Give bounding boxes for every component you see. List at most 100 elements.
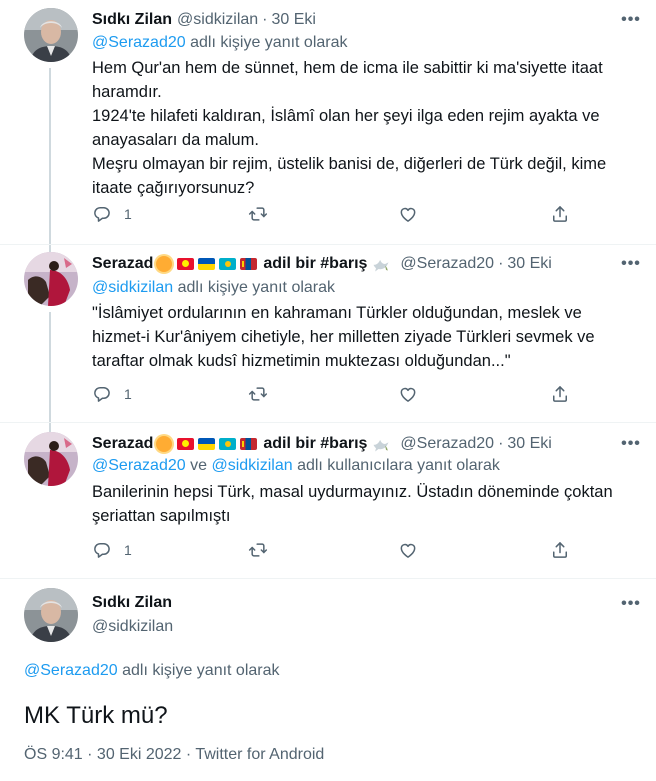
- mention-link[interactable]: @sidkizilan: [211, 457, 292, 474]
- tweet-text: Banilerinin hepsi Türk, masal uydurmayın…: [92, 480, 632, 528]
- mention-link[interactable]: @Serazad20: [24, 662, 118, 679]
- retweet-button[interactable]: [248, 202, 268, 226]
- tweet-actions: 1: [92, 538, 582, 562]
- reply-context: @Serazad20 adlı kişiye yanıt olarak: [92, 34, 348, 52]
- tweet-text-line: 1924'te hilafeti kaldıran, İslâmî olan h…: [92, 107, 600, 149]
- reply-icon: [92, 384, 112, 404]
- like-button[interactable]: [398, 382, 418, 406]
- avatar-image: [24, 8, 78, 62]
- divider: [0, 422, 656, 423]
- more-icon[interactable]: •••: [620, 434, 642, 454]
- avatar[interactable]: [24, 588, 78, 642]
- sun-icon: [156, 436, 173, 452]
- avatar-image: [24, 252, 78, 306]
- display-name-suffix[interactable]: adil bir #barış: [263, 255, 367, 273]
- more-icon[interactable]: •••: [620, 254, 642, 274]
- avatar[interactable]: [24, 8, 78, 62]
- mention-link[interactable]: @Serazad20: [92, 457, 186, 474]
- display-name[interactable]: Sıdkı Zilan: [92, 11, 172, 29]
- reply-icon: [92, 204, 112, 224]
- reply-button[interactable]: 1: [92, 202, 132, 226]
- reply-context-and: ve: [190, 457, 207, 474]
- reply-count: 1: [124, 386, 132, 402]
- divider: [0, 244, 656, 245]
- user-handle[interactable]: @Serazad20: [400, 435, 494, 453]
- heart-icon: [398, 540, 418, 560]
- main-tweet-text: MK Türk mü?: [24, 702, 168, 729]
- share-button[interactable]: [550, 382, 570, 406]
- more-icon[interactable]: •••: [620, 594, 642, 614]
- like-button[interactable]: [398, 202, 418, 226]
- tweet-3[interactable]: Serazad adil bir #barış @Serazad20 · 30 …: [0, 432, 656, 582]
- tweet-header: Sıdkı Zilan @sidkizilan · 30 Eki: [92, 8, 316, 32]
- heart-icon: [398, 204, 418, 224]
- display-name[interactable]: Serazad: [92, 435, 153, 453]
- separator-dot: ·: [262, 11, 268, 28]
- reply-context-text: adlı kişiye yanıt olarak: [190, 34, 348, 51]
- heart-icon: [398, 384, 418, 404]
- reply-context: @sidkizilan adlı kişiye yanıt olarak: [92, 279, 335, 297]
- reply-button[interactable]: 1: [92, 382, 132, 406]
- reply-icon: [92, 540, 112, 560]
- tweet-meta[interactable]: ÖS 9:41 · 30 Eki 2022 · Twitter for Andr…: [24, 746, 324, 764]
- reply-context-text: adlı kullanıcılara yanıt olarak: [297, 457, 500, 474]
- reply-context-text: adlı kişiye yanıt olarak: [122, 662, 280, 679]
- display-name-suffix[interactable]: adil bir #barış: [263, 435, 367, 453]
- tweet-2[interactable]: Serazad adil bir #barış @Serazad20 · 30 …: [0, 252, 656, 434]
- user-handle[interactable]: @Serazad20: [400, 255, 494, 273]
- mongolia-flag-icon: [240, 258, 258, 270]
- tweet-header: Serazad adil bir #barış @Serazad20 · 30 …: [92, 432, 552, 456]
- kyrgyzstan-flag-icon: [177, 438, 195, 450]
- kazakhstan-flag-icon: [219, 438, 237, 450]
- tweet-text-line: Banilerinin hepsi Türk, masal uydurmayın…: [92, 483, 613, 525]
- reply-button[interactable]: 1: [92, 538, 132, 562]
- thread-line: [49, 312, 51, 434]
- avatar[interactable]: [24, 252, 78, 306]
- share-icon: [550, 204, 570, 224]
- thread-line: [49, 68, 51, 252]
- kazakhstan-flag-icon: [219, 258, 237, 270]
- divider: [0, 578, 656, 579]
- display-name[interactable]: Serazad: [92, 255, 153, 273]
- timestamp[interactable]: 30 Eki: [272, 11, 316, 29]
- tweet-text: Hem Qur'an hem de sünnet, hem de icma il…: [92, 56, 632, 200]
- user-handle[interactable]: @sidkizilan: [177, 11, 258, 29]
- avatar-image: [24, 588, 78, 642]
- tweet-1[interactable]: Sıdkı Zilan @sidkizilan · 30 Eki ••• @Se…: [0, 8, 656, 252]
- tweet-text: "İslâmiyet ordularının en kahramanı Türk…: [92, 301, 632, 373]
- separator-dot: ·: [498, 255, 504, 272]
- timestamp[interactable]: 30 Eki: [507, 255, 551, 273]
- kyrgyzstan-flag-icon: [177, 258, 195, 270]
- more-icon[interactable]: •••: [620, 10, 642, 30]
- retweet-icon: [248, 384, 268, 404]
- tweet-header: Serazad adil bir #barış @Serazad20 · 30 …: [92, 252, 552, 276]
- reply-context-text: adlı kişiye yanıt olarak: [177, 279, 336, 296]
- retweet-icon: [248, 204, 268, 224]
- tweet-text-line: Meşru olmayan bir rejim, üstelik banisi …: [92, 155, 607, 197]
- mention-link[interactable]: @Serazad20: [92, 34, 186, 51]
- reply-count: 1: [124, 542, 132, 558]
- main-tweet: Sıdkı Zilan @sidkizilan ••• @Serazad20 a…: [0, 588, 656, 781]
- dove-icon: [371, 434, 391, 454]
- retweet-button[interactable]: [248, 538, 268, 562]
- retweet-button[interactable]: [248, 382, 268, 406]
- tweet-text-line: Hem Qur'an hem de sünnet, hem de icma il…: [92, 59, 603, 101]
- dove-icon: [371, 254, 391, 274]
- user-handle[interactable]: @sidkizilan: [92, 618, 173, 636]
- mongolia-flag-icon: [240, 438, 258, 450]
- avatar-image: [24, 432, 78, 486]
- display-name[interactable]: Sıdkı Zilan: [92, 594, 172, 612]
- share-button[interactable]: [550, 538, 570, 562]
- timestamp[interactable]: 30 Eki: [507, 435, 551, 453]
- reply-context: @Serazad20 ve @sidkizilan adlı kullanıcı…: [92, 457, 500, 475]
- tweet-text-line: "İslâmiyet ordularının en kahramanı Türk…: [92, 304, 595, 370]
- avatar[interactable]: [24, 432, 78, 486]
- sun-icon: [156, 256, 173, 272]
- tweet-actions: 1: [92, 382, 582, 406]
- like-button[interactable]: [398, 538, 418, 562]
- separator-dot: ·: [498, 435, 504, 452]
- mention-link[interactable]: @sidkizilan: [92, 279, 173, 296]
- share-button[interactable]: [550, 202, 570, 226]
- share-icon: [550, 540, 570, 560]
- retweet-icon: [248, 540, 268, 560]
